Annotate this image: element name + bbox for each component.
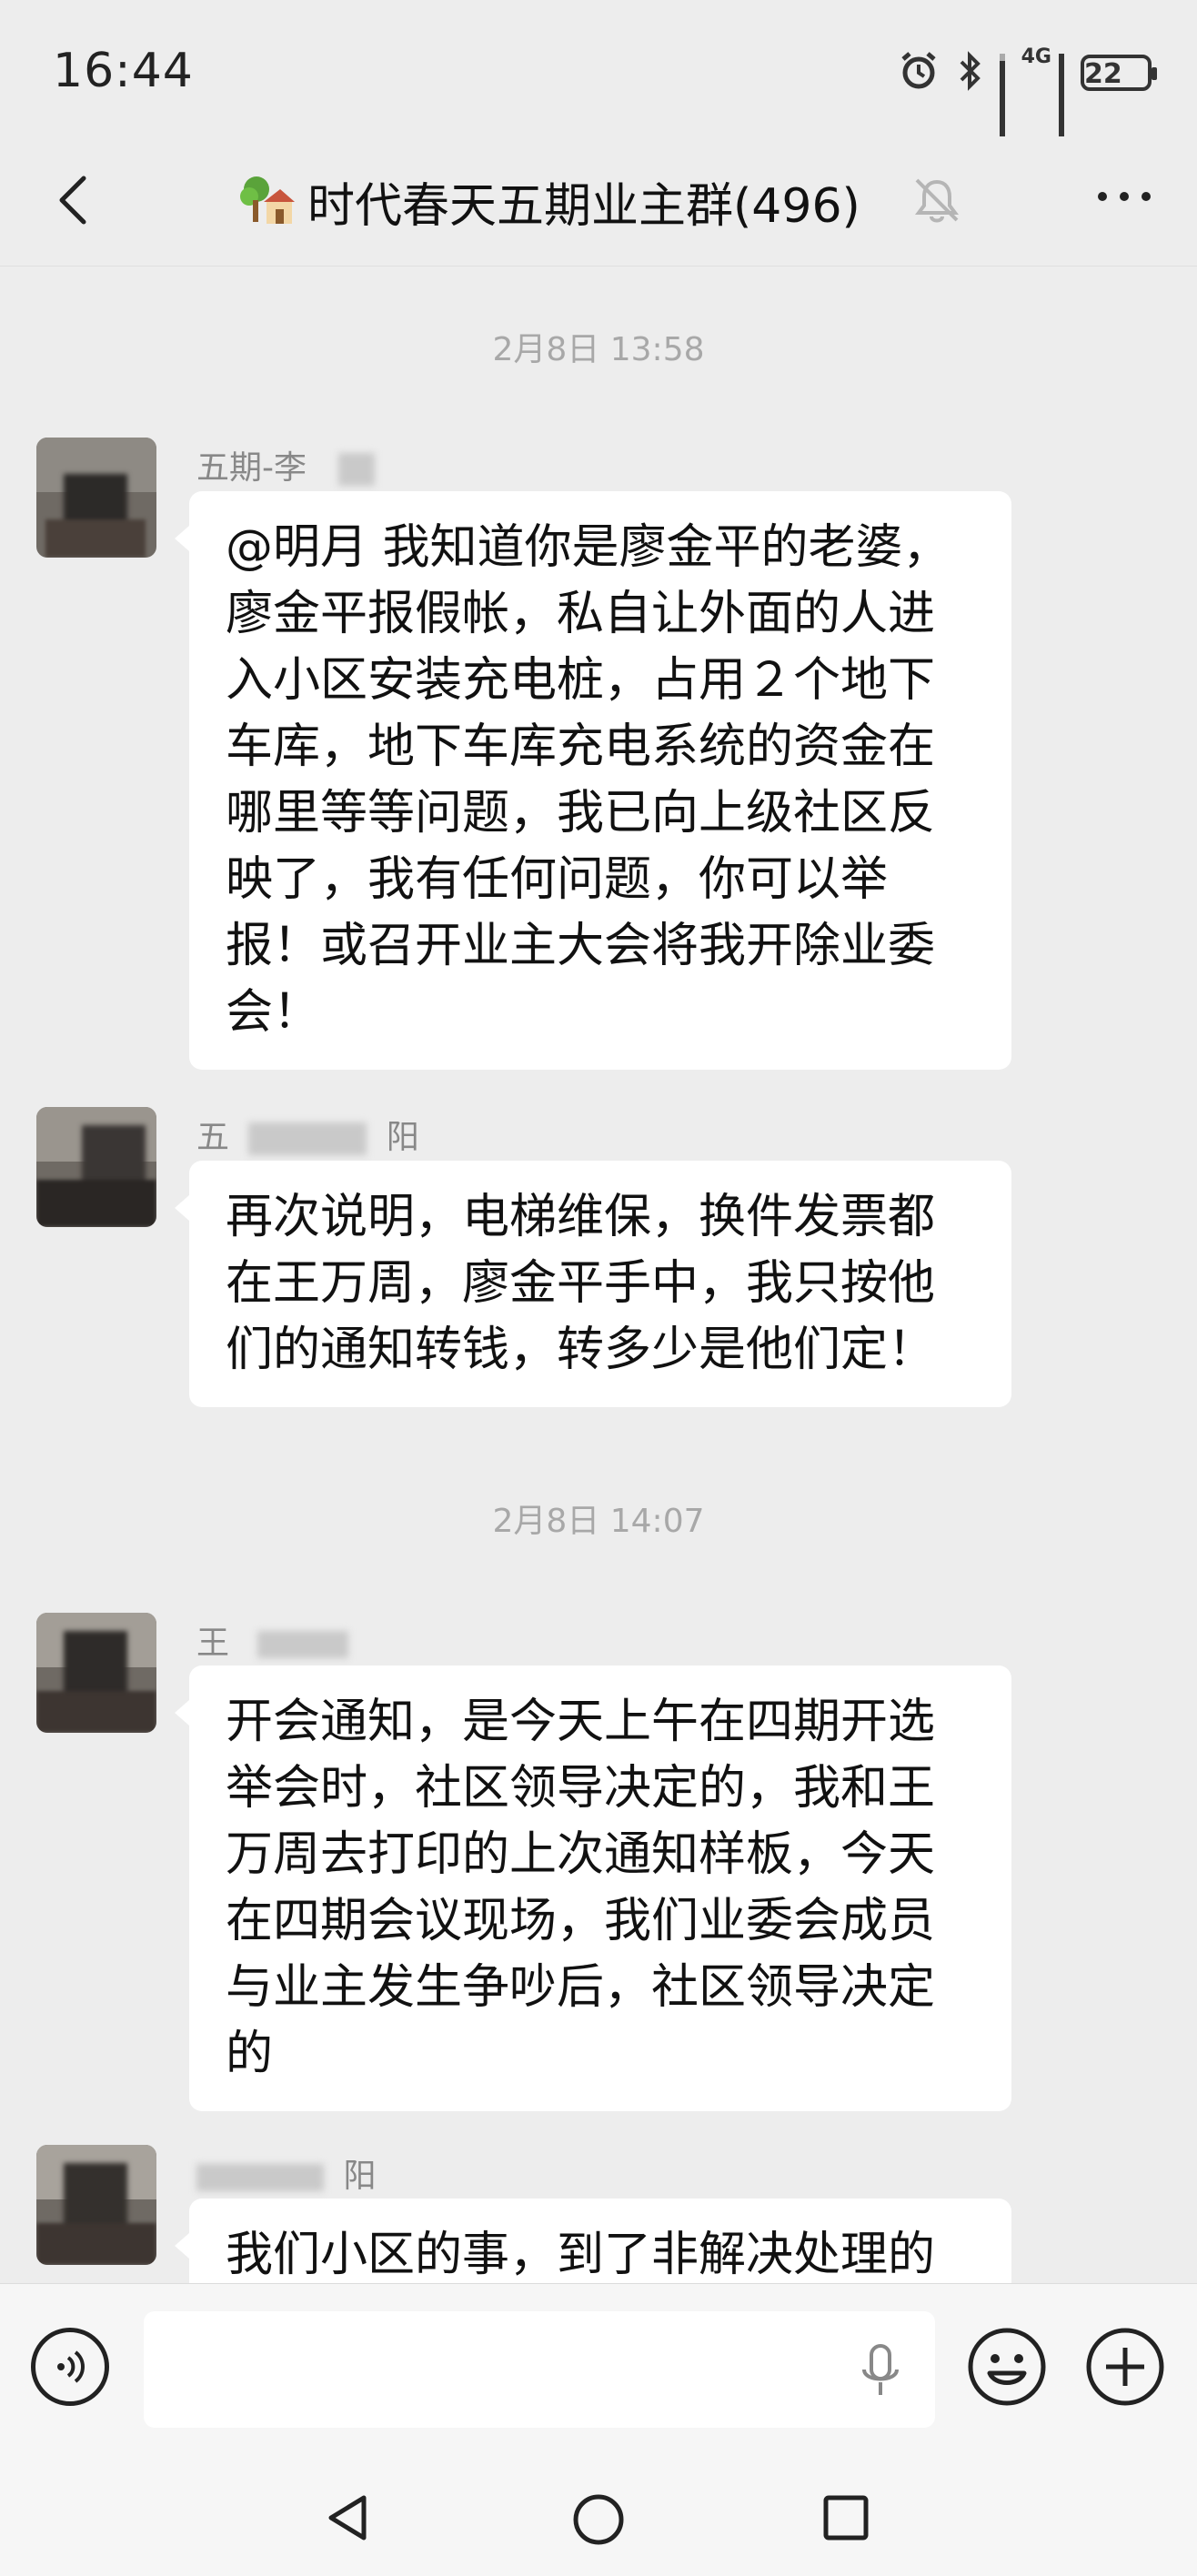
avatar[interactable] <box>36 2145 156 2265</box>
redacted-blur <box>257 1631 349 1658</box>
time-separator: 2月8日 14:07 <box>492 1503 705 1540</box>
status-time: 16:44 <box>53 44 194 98</box>
message-bubble[interactable]: 再次说明，电梯维保，换件发票都在王万周，廖金平手中，我只按他们的通知转钱，转多少… <box>175 1161 1011 1407</box>
sender-name-text: 五 <box>196 1119 230 1156</box>
sender-name-text: 五期-李 <box>196 449 307 487</box>
sender-name: 五期-李 <box>196 441 376 488</box>
voice-button[interactable] <box>31 2328 109 2406</box>
message-list[interactable]: 2月8日 13:58 五期-李 @明月 我知道你是廖金平的老婆，廖金平报假帐，私… <box>0 267 1197 2283</box>
chat-header: 时代春天五期业主群(496) <box>0 136 1197 267</box>
sender-name: 五 阳 <box>196 1111 419 1158</box>
status-bar: 16:44 4G 22 <box>0 0 1197 172</box>
redacted-blur <box>338 453 376 486</box>
microphone-icon[interactable] <box>853 2342 908 2400</box>
chat-title-text: 时代春天五期业主群(496) <box>307 178 860 234</box>
avatar[interactable] <box>36 1613 156 1733</box>
sender-name: 王 <box>196 1616 349 1664</box>
avatar[interactable] <box>36 1107 156 1227</box>
message-bubble[interactable]: 我们小区的事，到了非解决处理的 <box>175 2199 1011 2283</box>
message-bubble[interactable]: @明月 我知道你是廖金平的老婆，廖金平报假帐，私自让外面的人进入小区安装充电桩，… <box>175 491 1011 1070</box>
nav-home-icon[interactable] <box>571 2492 626 2547</box>
signal-strong-icon <box>1059 54 1064 172</box>
avatar[interactable] <box>36 438 156 558</box>
sender-name-text: 王 <box>196 1625 230 1662</box>
battery-icon: 22 <box>1081 55 1157 91</box>
sender-name-tail: 阳 <box>343 2158 377 2195</box>
back-button[interactable] <box>36 164 109 236</box>
house-icon <box>240 176 295 224</box>
message-bubble[interactable]: 开会通知，是今天上午在四期开选举会时，社区领导决定的，我和王万周去打印的上次通知… <box>175 1665 1011 2111</box>
nav-back-icon[interactable] <box>322 2490 377 2545</box>
emoji-icon[interactable] <box>966 2326 1048 2408</box>
status-icons: 4G 22 <box>898 45 1157 172</box>
battery-level: 22 <box>1084 58 1122 90</box>
system-nav-bar <box>0 2456 1197 2576</box>
plus-icon[interactable] <box>1084 2326 1166 2408</box>
more-dots-icon <box>1098 192 1151 201</box>
chat-title: 时代春天五期业主群(496) <box>236 169 860 234</box>
signal-weak-icon <box>999 54 1005 150</box>
more-button[interactable] <box>1088 178 1161 215</box>
bluetooth-icon <box>956 50 983 96</box>
input-bar <box>0 2283 1197 2457</box>
sender-name: 阳 <box>196 2149 376 2197</box>
message-input[interactable] <box>144 2311 935 2428</box>
alarm-icon <box>898 50 940 96</box>
sender-name-tail: 阳 <box>386 1119 419 1156</box>
redacted-blur <box>248 1122 367 1155</box>
nav-recent-icon[interactable] <box>822 2494 870 2541</box>
time-separator: 2月8日 13:58 <box>492 331 705 368</box>
voice-icon <box>57 2350 85 2383</box>
back-arrow-icon <box>59 176 86 225</box>
redacted-blur <box>196 2164 324 2191</box>
mute-bell-icon <box>915 178 959 223</box>
network-type: 4G <box>1021 45 1051 68</box>
